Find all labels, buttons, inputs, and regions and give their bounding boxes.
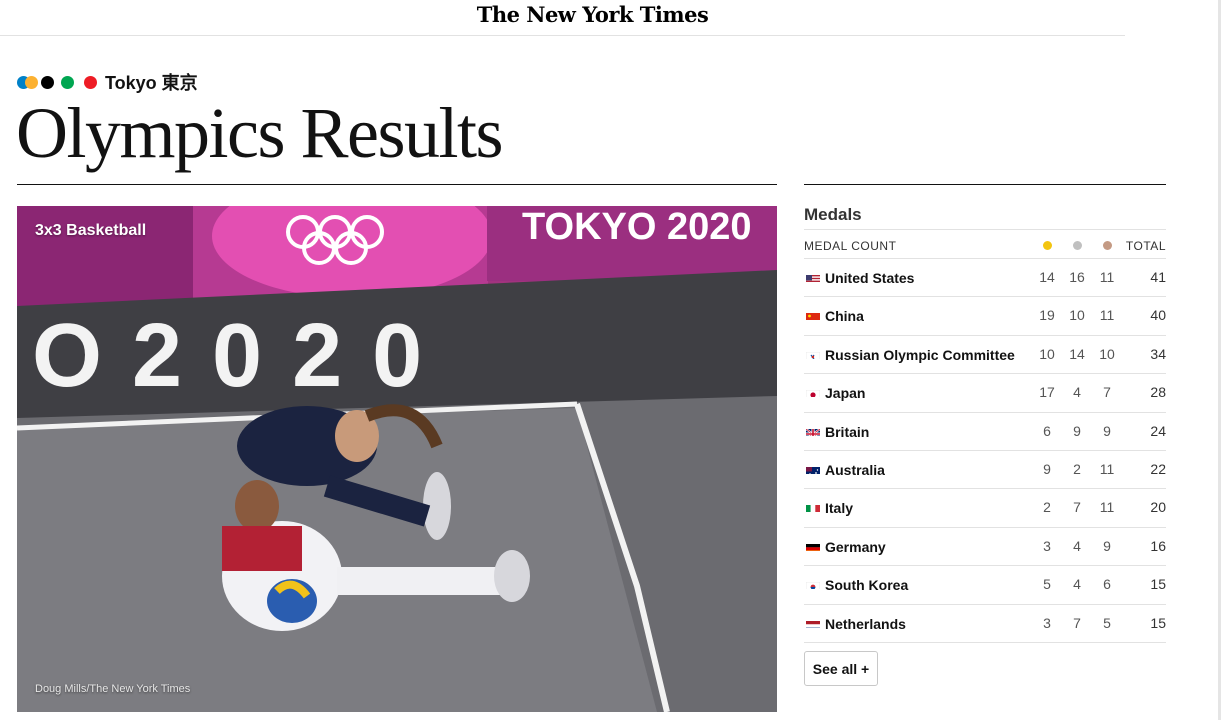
- medal-row[interactable]: Japan 17 4 7 28: [804, 374, 1166, 413]
- country-name[interactable]: Italy: [825, 500, 853, 516]
- australia-flag-icon: [806, 464, 820, 474]
- silver-count: 4: [1073, 537, 1081, 554]
- silver-count: 9: [1073, 422, 1081, 439]
- medals-divider: [804, 184, 1166, 185]
- total-count: 34: [1150, 345, 1166, 362]
- bronze-medal-icon: [1103, 241, 1112, 250]
- italy-flag-icon: [806, 502, 820, 513]
- medal-row[interactable]: United States 14 16 11 41: [804, 259, 1166, 298]
- gold-count: 9: [1043, 460, 1051, 477]
- country-name[interactable]: United States: [825, 270, 914, 286]
- country-name[interactable]: Germany: [825, 539, 886, 555]
- germany-flag-icon: [806, 541, 820, 551]
- total-count: 41: [1150, 269, 1166, 285]
- silver-count: 14: [1069, 345, 1085, 362]
- photo-label: 3x3 Basketball: [35, 222, 147, 239]
- total-header: TOTAL: [1125, 239, 1166, 253]
- nyt-logo[interactable]: The New York Times: [0, 2, 1185, 27]
- ring-yellow-icon: [25, 76, 38, 89]
- south-korea-flag-icon: [806, 579, 820, 590]
- country-name[interactable]: China: [825, 308, 864, 324]
- gold-count: 6: [1043, 422, 1051, 439]
- gold-count: 3: [1043, 537, 1051, 554]
- bronze-count: 10: [1099, 345, 1115, 362]
- medals-rows: United States 14 16 11 41 China 19 10 11 40 Russia…: [804, 259, 1166, 643]
- medal-row[interactable]: Germany 3 4 9 16: [804, 528, 1166, 567]
- ring-red-icon: [84, 76, 97, 89]
- total-count: 22: [1150, 460, 1166, 477]
- medal-row[interactable]: South Korea 5 4 6 15: [804, 566, 1166, 605]
- silver-count: 4: [1073, 576, 1081, 593]
- bronze-count: 11: [1099, 499, 1115, 516]
- medals-header-row: MEDAL COUNT TOTAL: [804, 229, 1166, 259]
- total-count: 15: [1150, 614, 1166, 631]
- olympic-rings-icon: [17, 74, 99, 90]
- silver-count: 4: [1073, 384, 1081, 401]
- country-name[interactable]: Japan: [825, 385, 865, 401]
- medal-row[interactable]: Italy 2 7 11 20: [804, 489, 1166, 528]
- gold-count: 14: [1039, 269, 1055, 285]
- bronze-count: 9: [1103, 422, 1111, 439]
- roc-flag-icon: [806, 349, 820, 359]
- silver-count: 10: [1069, 307, 1085, 324]
- section-kicker: Tokyo 東京: [17, 69, 198, 95]
- bronze-count: 11: [1099, 307, 1115, 324]
- medals-table: Medals MEDAL COUNT TOTAL United States 14…: [804, 184, 1166, 643]
- silver-count: 2: [1073, 460, 1081, 477]
- gold-count: 19: [1039, 307, 1055, 324]
- banner-text: TOKYO 2020: [522, 206, 752, 248]
- us-flag-icon: [806, 272, 820, 282]
- total-count: 28: [1150, 384, 1166, 401]
- gold-count: 17: [1039, 384, 1055, 401]
- gold-count: 10: [1039, 345, 1055, 362]
- total-count: 15: [1150, 576, 1166, 593]
- total-count: 24: [1150, 422, 1166, 439]
- medal-row[interactable]: Netherlands 3 7 5 15: [804, 605, 1166, 643]
- masthead: The New York Times: [0, 0, 1125, 36]
- japan-flag-icon: [806, 387, 820, 398]
- basketball-photo-image: TOKYO 2020 O2020: [17, 206, 777, 712]
- gold-count: 2: [1043, 499, 1051, 516]
- title-divider: [17, 184, 777, 185]
- page-title: Olympics Results: [16, 93, 504, 173]
- netherlands-flag-icon: [806, 618, 820, 628]
- medal-row[interactable]: Britain 6 9 9 24: [804, 413, 1166, 451]
- photo-credit: Doug Mills/The New York Times: [35, 683, 191, 695]
- bronze-count: 11: [1099, 269, 1115, 285]
- gold-count: 5: [1043, 576, 1051, 593]
- silver-count: 7: [1073, 614, 1081, 631]
- see-all-button[interactable]: See all +: [804, 651, 878, 686]
- total-count: 16: [1150, 537, 1166, 554]
- medal-count-header: MEDAL COUNT: [804, 239, 897, 253]
- country-name[interactable]: South Korea: [825, 577, 908, 593]
- gold-medal-icon: [1043, 241, 1052, 250]
- country-name[interactable]: Britain: [825, 424, 869, 440]
- silver-count: 7: [1073, 499, 1081, 516]
- country-name[interactable]: Russian Olympic Committee: [825, 347, 1015, 363]
- hero-photo[interactable]: TOKYO 2020 O2020 3x3 Basketball Doug Mil…: [17, 206, 777, 712]
- medals-title: Medals: [804, 205, 862, 224]
- silver-count: 16: [1069, 269, 1085, 285]
- bronze-count: 11: [1099, 460, 1115, 477]
- bronze-count: 5: [1103, 614, 1111, 631]
- ring-green-icon: [61, 76, 74, 89]
- medal-row[interactable]: China 19 10 11 40: [804, 297, 1166, 336]
- kicker-label[interactable]: Tokyo 東京: [105, 69, 198, 95]
- gold-count: 3: [1043, 614, 1051, 631]
- court-text: O2020: [32, 306, 452, 406]
- total-count: 40: [1150, 307, 1166, 324]
- total-count: 20: [1150, 499, 1166, 516]
- bronze-count: 7: [1103, 384, 1111, 401]
- country-name[interactable]: Netherlands: [825, 616, 906, 632]
- britain-flag-icon: [806, 426, 820, 436]
- bronze-count: 6: [1103, 576, 1111, 593]
- medal-row[interactable]: Australia 9 2 11 22: [804, 451, 1166, 490]
- medal-row[interactable]: Russian Olympic Committee 10 14 10 34: [804, 336, 1166, 375]
- bronze-count: 9: [1103, 537, 1111, 554]
- china-flag-icon: [806, 310, 820, 321]
- silver-medal-icon: [1073, 241, 1082, 250]
- ring-black-icon: [41, 76, 54, 89]
- country-name[interactable]: Australia: [825, 462, 885, 478]
